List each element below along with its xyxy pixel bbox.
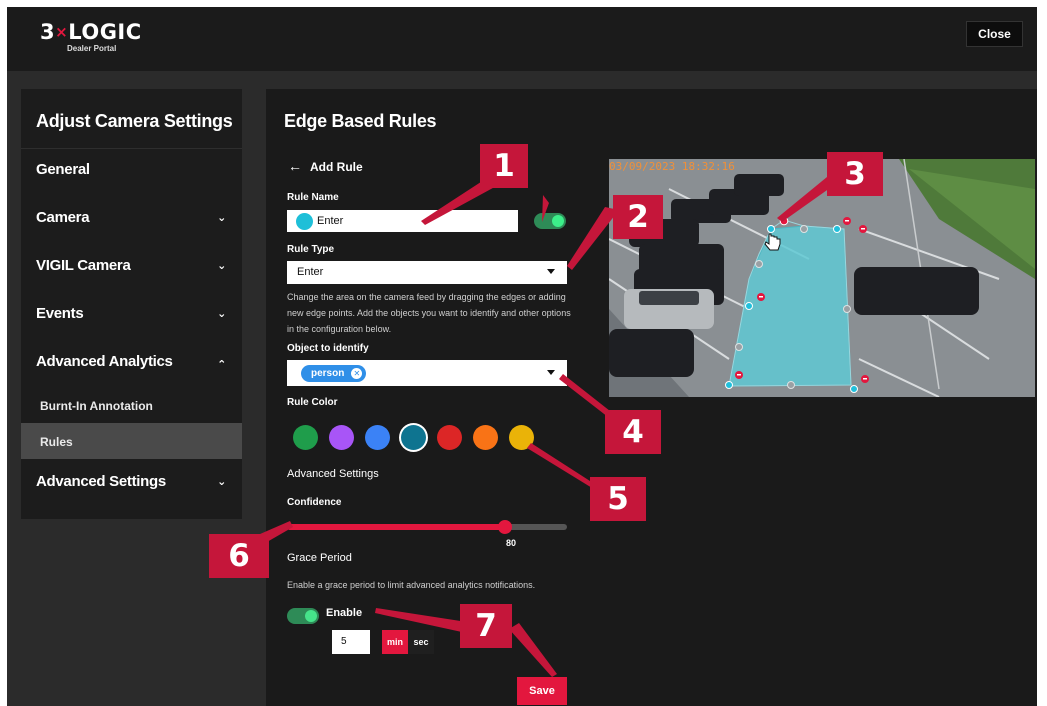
callout-3: 3 xyxy=(827,152,883,196)
callout-5: 5 xyxy=(590,477,646,521)
callout-2: 2 xyxy=(613,195,663,239)
callout-4: 4 xyxy=(605,410,661,454)
callout-6: 6 xyxy=(209,534,269,578)
callout-7: 7 xyxy=(460,604,512,648)
callout-arrows xyxy=(253,177,837,677)
app-frame: 3×LOGIC Dealer Portal Close Adjust Camer… xyxy=(7,7,1037,706)
callout-1: 1 xyxy=(480,144,528,188)
